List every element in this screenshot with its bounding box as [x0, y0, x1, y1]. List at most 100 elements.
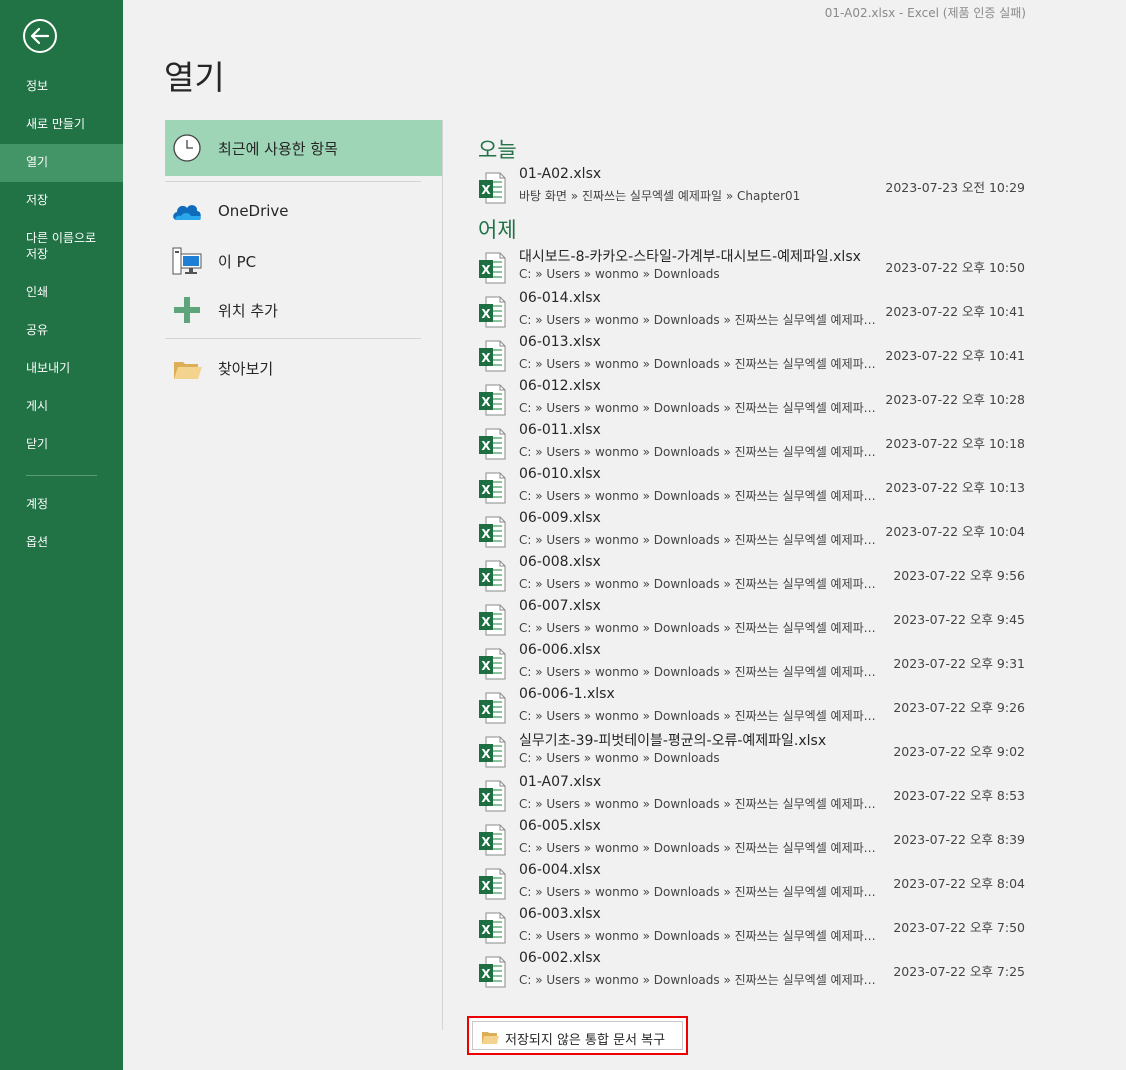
file-name: 06-005.xlsx [519, 818, 601, 834]
location-browse[interactable]: 찾아보기 [165, 340, 442, 396]
nav-options[interactable]: 옵션 [0, 534, 123, 552]
nav-new[interactable]: 새로 만들기 [0, 116, 123, 134]
file-name: 06-008.xlsx [519, 554, 601, 570]
recent-file-row[interactable]: X 06-011.xlsx C: » Users » wonmo » Downloa… [470, 422, 1040, 466]
file-modified-date: 2023-07-22 오후 10:04 [885, 524, 1025, 539]
recent-file-row[interactable]: X 06-003.xlsx C: » Users » wonmo » Downloa… [470, 906, 1040, 950]
recent-file-row[interactable]: X 06-004.xlsx C: » Users » wonmo » Downloa… [470, 862, 1040, 906]
nav-account[interactable]: 계정 [0, 496, 123, 514]
nav-publish[interactable]: 게시 [0, 398, 123, 416]
file-name: 06-002.xlsx [519, 950, 601, 966]
file-name: 06-007.xlsx [519, 598, 601, 614]
file-name: 06-011.xlsx [519, 422, 601, 438]
svg-text:X: X [481, 659, 491, 673]
file-modified-date: 2023-07-23 오전 10:29 [885, 180, 1025, 195]
file-modified-date: 2023-07-22 오후 8:39 [893, 832, 1025, 847]
svg-text:X: X [481, 835, 491, 849]
svg-text:X: X [481, 747, 491, 761]
file-name: 대시보드-8-카카오-스타일-가계부-대시보드-예제파일.xlsx [519, 249, 861, 265]
nav-share[interactable]: 공유 [0, 322, 123, 340]
file-modified-date: 2023-07-22 오후 9:02 [893, 744, 1025, 759]
svg-text:X: X [481, 439, 491, 453]
file-modified-date: 2023-07-22 오후 8:04 [893, 876, 1025, 891]
file-path: C: » Users » wonmo » Downloads » 진짜쓰는 실무… [519, 709, 881, 723]
recover-unsaved-workbooks-button[interactable]: 저장되지 않은 통합 문서 복구 [467, 1016, 688, 1055]
file-name: 06-014.xlsx [519, 290, 601, 306]
file-path: C: » Users » wonmo » Downloads » 진짜쓰는 실무… [519, 621, 881, 635]
file-name: 06-009.xlsx [519, 510, 601, 526]
recent-file-row[interactable]: X 06-012.xlsx C: » Users » wonmo » Downloa… [470, 378, 1040, 422]
recent-file-row[interactable]: X 06-006-1.xlsx C: » Users » wonmo » Downl… [470, 686, 1040, 730]
recent-file-row[interactable]: X 06-010.xlsx C: » Users » wonmo » Downloa… [470, 466, 1040, 510]
file-name: 01-A02.xlsx [519, 166, 602, 182]
file-name: 06-010.xlsx [519, 466, 601, 482]
nav-print[interactable]: 인쇄 [0, 284, 123, 302]
folder-icon [482, 1032, 499, 1044]
plus-icon [174, 297, 200, 323]
location-divider [165, 338, 421, 339]
excel-file-icon: X [479, 956, 506, 988]
clock-icon [173, 134, 201, 162]
excel-file-icon: X [479, 472, 506, 504]
nav-info[interactable]: 정보 [0, 78, 123, 96]
location-add-place[interactable]: 위치 추가 [165, 282, 442, 338]
file-path: C: » Users » wonmo » Downloads » 진짜쓰는 실무… [519, 929, 881, 943]
svg-text:X: X [481, 615, 491, 629]
recent-file-row[interactable]: X 06-013.xlsx C: » Users » wonmo » Downloa… [470, 334, 1040, 378]
file-modified-date: 2023-07-22 오후 10:28 [885, 392, 1025, 407]
file-name: 06-006-1.xlsx [519, 686, 615, 702]
file-name: 06-003.xlsx [519, 906, 601, 922]
recent-file-row[interactable]: X 대시보드-8-카카오-스타일-가계부-대시보드-예제파일.xlsx C: » U… [470, 246, 1040, 290]
location-this-pc[interactable]: 이 PC [165, 233, 442, 289]
excel-file-icon: X [479, 912, 506, 944]
location-onedrive[interactable]: OneDrive [165, 184, 442, 240]
file-path: C: » Users » wonmo » Downloads [519, 751, 720, 765]
recent-file-row[interactable]: X 06-009.xlsx C: » Users » wonmo » Downloa… [470, 510, 1040, 554]
file-modified-date: 2023-07-22 오후 10:13 [885, 480, 1025, 495]
window-title: 01-A02.xlsx - Excel (제품 인증 실패) [824, 6, 1026, 20]
file-path: C: » Users » wonmo » Downloads [519, 267, 720, 281]
recent-file-row[interactable]: X 실무기초-39-피벗테이블-평균의-오류-예제파일.xlsx C: » User… [470, 730, 1040, 774]
file-path: C: » Users » wonmo » Downloads » 진짜쓰는 실무… [519, 401, 881, 415]
back-button[interactable] [22, 18, 58, 54]
file-modified-date: 2023-07-22 오후 10:50 [885, 260, 1025, 275]
svg-text:X: X [481, 571, 491, 585]
recent-file-row[interactable]: X 06-007.xlsx C: » Users » wonmo » Downloa… [470, 598, 1040, 642]
svg-text:X: X [481, 923, 491, 937]
location-divider [165, 181, 421, 182]
nav-close[interactable]: 닫기 [0, 436, 123, 454]
recover-button-label: 저장되지 않은 통합 문서 복구 [505, 1033, 666, 1048]
nav-open[interactable]: 열기 [0, 144, 123, 182]
excel-file-icon: X [479, 516, 506, 548]
backstage-sidebar: 정보 새로 만들기 열기 저장 다른 이름으로 저장 인쇄 공유 내보내기 게시… [0, 0, 123, 1070]
excel-file-icon: X [479, 252, 506, 284]
svg-text:X: X [481, 879, 491, 893]
file-path: C: » Users » wonmo » Downloads » 진짜쓰는 실무… [519, 665, 881, 679]
recover-button-frame: 저장되지 않은 통합 문서 복구 [472, 1021, 683, 1050]
location-onedrive-label: OneDrive [218, 202, 289, 220]
recent-file-row[interactable]: X 06-002.xlsx C: » Users » wonmo » Downloa… [470, 950, 1040, 994]
recent-file-row[interactable]: X 06-008.xlsx C: » Users » wonmo » Downloa… [470, 554, 1040, 598]
recent-file-row[interactable]: X 06-006.xlsx C: » Users » wonmo » Downloa… [470, 642, 1040, 686]
nav-export[interactable]: 내보내기 [0, 360, 123, 378]
location-this-pc-label: 이 PC [218, 253, 257, 271]
excel-file-icon: X [479, 868, 506, 900]
excel-file-icon: X [479, 172, 506, 204]
recent-file-row[interactable]: X 01-A07.xlsx C: » Users » wonmo » Downloa… [470, 774, 1040, 818]
file-path: C: » Users » wonmo » Downloads » 진짜쓰는 실무… [519, 313, 881, 327]
nav-save-as[interactable]: 다른 이름으로 저장 [0, 230, 123, 264]
nav-save[interactable]: 저장 [0, 192, 123, 210]
recent-file-row[interactable]: X 01-A02.xlsx 바탕 화면 » 진짜쓰는 실무엑셀 예제파일 » Cha… [470, 166, 1040, 210]
svg-text:X: X [481, 791, 491, 805]
recent-file-row[interactable]: X 06-014.xlsx C: » Users » wonmo » Downloa… [470, 290, 1040, 334]
excel-file-icon: X [479, 560, 506, 592]
file-path: C: » Users » wonmo » Downloads » 진짜쓰는 실무… [519, 533, 881, 547]
svg-text:X: X [481, 395, 491, 409]
file-path: C: » Users » wonmo » Downloads » 진짜쓰는 실무… [519, 973, 881, 987]
page-title: 열기 [164, 58, 225, 97]
excel-file-icon: X [479, 384, 506, 416]
recent-file-row[interactable]: X 06-005.xlsx C: » Users » wonmo » Downloa… [470, 818, 1040, 862]
file-modified-date: 2023-07-22 오후 7:50 [893, 920, 1025, 935]
location-recent[interactable]: 최근에 사용한 항목 [165, 120, 442, 176]
svg-text:X: X [481, 483, 491, 497]
